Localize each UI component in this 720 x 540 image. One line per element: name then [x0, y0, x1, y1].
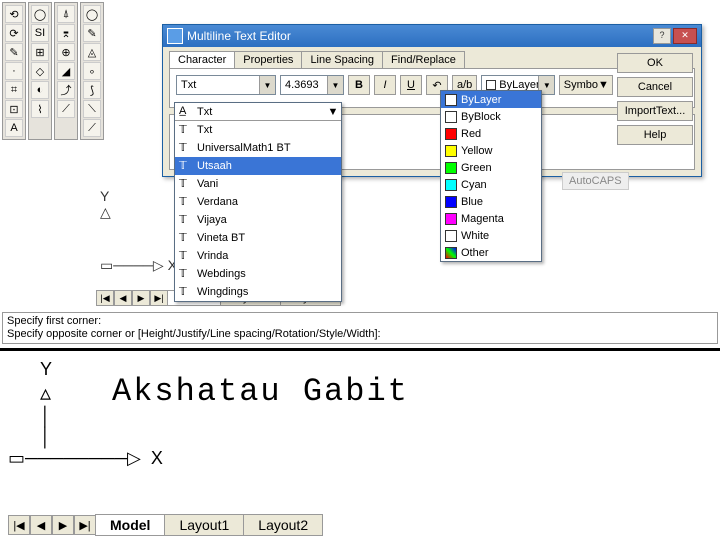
tool-region[interactable]: ⊡: [5, 100, 23, 118]
drawing-text: Akshatau Gabit: [112, 373, 409, 410]
titlebar[interactable]: Multiline Text Editor ? ✕: [163, 25, 701, 47]
tab-layout1-big[interactable]: Layout1: [164, 514, 244, 536]
nav-first[interactable]: |◀: [96, 290, 114, 306]
close-window-button[interactable]: ✕: [673, 28, 697, 44]
tool-b[interactable]: SI: [31, 24, 49, 42]
tab-character[interactable]: Character: [169, 51, 235, 68]
tool-g[interactable]: ⍋: [57, 5, 75, 23]
tool-s[interactable]: ⟋: [83, 119, 101, 137]
tool-c[interactable]: ⊞: [31, 43, 49, 61]
tool-n[interactable]: ✎: [83, 24, 101, 42]
color-item[interactable]: Blue: [441, 193, 541, 210]
ucs-icon-small: Y △ ▭────▷ X: [100, 188, 177, 274]
color-item[interactable]: ByBlock: [441, 108, 541, 125]
tool-m[interactable]: ◯: [83, 5, 101, 23]
nav-next-big[interactable]: ▶: [52, 515, 74, 535]
font-item[interactable]: 𝕋Txt: [175, 121, 341, 139]
ucs-triangle-icon: △: [100, 204, 177, 221]
font-item[interactable]: 𝕋UniversalMath1 BT: [175, 139, 341, 157]
tab-properties[interactable]: Properties: [234, 51, 302, 68]
symbol-button[interactable]: Symbo ▼: [559, 75, 613, 95]
chevron-down-icon: ▼: [259, 76, 275, 94]
tab-model-big[interactable]: Model: [95, 514, 165, 536]
tool-q[interactable]: ⟆: [83, 81, 101, 99]
help-button[interactable]: Help: [617, 125, 693, 145]
tool-text[interactable]: A: [5, 119, 23, 137]
tool-hatch[interactable]: ⌗: [5, 81, 23, 99]
tool-a[interactable]: ◯: [31, 5, 49, 23]
tool-i[interactable]: ⊕: [57, 43, 75, 61]
ok-button[interactable]: OK: [617, 53, 693, 73]
ucs-y-label: Y: [100, 188, 177, 204]
font-item[interactable]: 𝕋Vani: [175, 175, 341, 193]
underline-button[interactable]: U: [400, 75, 422, 95]
nav-prev-big[interactable]: ◀: [30, 515, 52, 535]
nav-last[interactable]: ▶|: [150, 290, 168, 306]
tool-r[interactable]: ⟍: [83, 100, 101, 118]
font-dropdown-current[interactable]: A̲Txt▼: [175, 103, 341, 121]
tool-o[interactable]: ◬: [83, 43, 101, 61]
left-toolbars: ⟲ ⟳ ✎ · ⌗ ⊡ A ◯ SI ⊞ ◇ ◐ ⌇ ⍋ ⌆ ⊕ ◢ ⤴ ⟋ ◯…: [0, 0, 106, 142]
color-item[interactable]: Magenta: [441, 210, 541, 227]
color-dropdown-list: ByLayerByBlockRedYellowGreenCyanBlueMage…: [440, 90, 542, 262]
tool-p[interactable]: ∘: [83, 62, 101, 80]
dialog-side-buttons: OK Cancel ImportText... Help: [617, 53, 693, 145]
font-item[interactable]: 𝕋Vijaya: [175, 211, 341, 229]
color-item[interactable]: Green: [441, 159, 541, 176]
color-item[interactable]: Cyan: [441, 176, 541, 193]
tool-f[interactable]: ⌇: [31, 100, 49, 118]
help-window-button[interactable]: ?: [653, 28, 671, 44]
font-item[interactable]: 𝕋Vineta BT: [175, 229, 341, 247]
cmd-line2: Specify opposite corner or [Height/Justi…: [7, 328, 713, 341]
nav-last-big[interactable]: ▶|: [74, 515, 96, 535]
cmd-line1: Specify first corner:: [7, 315, 713, 328]
tab-findreplace[interactable]: Find/Replace: [382, 51, 465, 68]
tool-undo[interactable]: ⟲: [5, 5, 23, 23]
model-layout-tabs-big: |◀ ◀ ▶ ▶| Model Layout1 Layout2: [8, 514, 323, 536]
font-item[interactable]: 𝕋Utsaah: [175, 157, 341, 175]
tool-j[interactable]: ◢: [57, 62, 75, 80]
tool-h[interactable]: ⌆: [57, 24, 75, 42]
font-item[interactable]: 𝕋Verdana: [175, 193, 341, 211]
font-combo[interactable]: Txt▼: [176, 75, 276, 95]
tool-l[interactable]: ⟋: [57, 100, 75, 118]
chevron-down-icon: ▼: [327, 76, 343, 94]
color-item[interactable]: White: [441, 227, 541, 244]
font-item[interactable]: 𝕋Vrinda: [175, 247, 341, 265]
lower-panel: Y ▵ │ │ ▭────────▷ X Akshatau Gabit |◀ ◀…: [0, 348, 720, 540]
tool-point[interactable]: ·: [5, 62, 23, 80]
nav-next[interactable]: ▶: [132, 290, 150, 306]
dialog-icon: [167, 28, 183, 44]
command-line[interactable]: Specify first corner: Specify opposite c…: [2, 312, 718, 344]
tool-k[interactable]: ⤴: [57, 81, 75, 99]
color-item[interactable]: Other: [441, 244, 541, 261]
tool-e[interactable]: ◐: [31, 81, 49, 99]
dialog-title: Multiline Text Editor: [187, 29, 291, 43]
size-input[interactable]: 4.3693▼: [280, 75, 344, 95]
font-dropdown-list: A̲Txt▼ 𝕋Txt𝕋UniversalMath1 BT𝕋Utsaah𝕋Van…: [174, 102, 342, 302]
tab-layout2-big[interactable]: Layout2: [243, 514, 323, 536]
bold-button[interactable]: B: [348, 75, 370, 95]
ucs-big-x: X: [151, 448, 163, 468]
nav-prev[interactable]: ◀: [114, 290, 132, 306]
tab-linespacing[interactable]: Line Spacing: [301, 51, 383, 68]
tool-d[interactable]: ◇: [31, 62, 49, 80]
nav-first-big[interactable]: |◀: [8, 515, 30, 535]
cancel-button[interactable]: Cancel: [617, 77, 693, 97]
italic-button[interactable]: I: [374, 75, 396, 95]
font-item[interactable]: 𝕋Webdings: [175, 265, 341, 283]
color-item[interactable]: Red: [441, 125, 541, 142]
tool-redo[interactable]: ⟳: [5, 24, 23, 42]
autocaps-indicator: AutoCAPS: [562, 172, 629, 190]
color-item[interactable]: Yellow: [441, 142, 541, 159]
color-item[interactable]: ByLayer: [441, 91, 541, 108]
tool-plus[interactable]: ✎: [5, 43, 23, 61]
import-text-button[interactable]: ImportText...: [617, 101, 693, 121]
font-item[interactable]: 𝕋Wingdings: [175, 283, 341, 301]
